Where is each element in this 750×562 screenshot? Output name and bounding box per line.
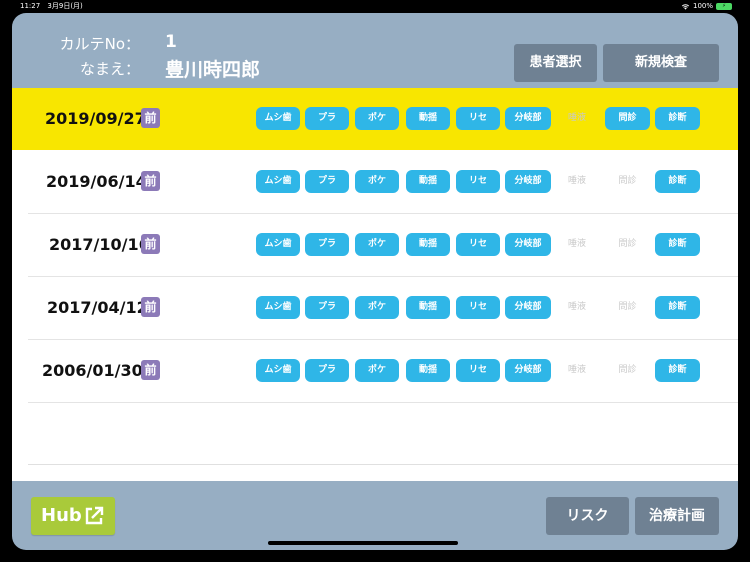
- record-date: 2017/04/12: [47, 298, 148, 317]
- chip-診断[interactable]: 診断: [655, 359, 700, 382]
- chip-分岐部[interactable]: 分岐部: [505, 296, 551, 319]
- chip-ムシ歯[interactable]: ムシ歯: [256, 359, 300, 382]
- record-list: 2019/09/27 前ムシ歯 プラ ポケ 動揺 リセ 分岐部 唾液 問診 診断 2019/06/1…: [12, 88, 738, 481]
- chip-ポケ[interactable]: ポケ: [355, 359, 399, 382]
- treatment-plan-button[interactable]: 治療計画: [635, 497, 719, 535]
- patient-select-button[interactable]: 患者選択: [514, 44, 597, 82]
- chip-分岐部[interactable]: 分岐部: [505, 233, 551, 256]
- chip-ムシ歯[interactable]: ムシ歯: [256, 170, 300, 193]
- chip-ムシ歯[interactable]: ムシ歯: [256, 107, 300, 130]
- battery-percent: 100%: [692, 2, 713, 10]
- karte-no-value: 1: [165, 32, 177, 52]
- chip-動揺[interactable]: 動揺: [406, 170, 450, 193]
- previous-badge: 前: [141, 108, 160, 128]
- chip-唾液: 唾液: [567, 365, 586, 375]
- home-indicator: [268, 541, 458, 545]
- chip-診断[interactable]: 診断: [655, 107, 700, 130]
- risk-button[interactable]: リスク: [546, 497, 629, 535]
- record-row[interactable]: 2019/06/14 前 ムシ歯 プラ ポケ 動揺 リセ 分岐部 唾液 問診 診断: [28, 151, 738, 214]
- chip-リセ[interactable]: リセ: [456, 170, 500, 193]
- chip-唾液: 唾液: [567, 302, 586, 312]
- new-exam-button[interactable]: 新規検査: [603, 44, 719, 82]
- chip-ポケ[interactable]: ポケ: [355, 296, 399, 319]
- chip-ムシ歯[interactable]: ムシ歯: [256, 233, 300, 256]
- chip-リセ[interactable]: リセ: [456, 233, 500, 256]
- chip-リセ[interactable]: リセ: [456, 359, 500, 382]
- chip-プラ[interactable]: プラ: [305, 170, 349, 193]
- previous-badge: 前: [141, 360, 160, 380]
- chip-分岐部[interactable]: 分岐部: [505, 107, 551, 130]
- chip-プラ[interactable]: プラ: [305, 107, 349, 130]
- chip-動揺[interactable]: 動揺: [406, 296, 450, 319]
- app-window: カルテNo： 1 なまえ： 豊川時四郎 患者選択 新規検査 2019/09/27…: [12, 13, 738, 550]
- status-date: 3月9日(月): [47, 2, 83, 10]
- record-date: 2019/09/27: [45, 109, 146, 128]
- chip-動揺[interactable]: 動揺: [406, 233, 450, 256]
- record-date: 2017/10/16: [49, 235, 150, 254]
- chip-リセ[interactable]: リセ: [456, 296, 500, 319]
- chip-動揺[interactable]: 動揺: [406, 107, 450, 130]
- chip-ポケ[interactable]: ポケ: [355, 233, 399, 256]
- chip-診断[interactable]: 診断: [655, 170, 700, 193]
- battery-icon: ⚡: [716, 3, 732, 10]
- chip-ポケ[interactable]: ポケ: [355, 170, 399, 193]
- status-time: 11:27: [20, 2, 41, 10]
- chip-分岐部[interactable]: 分岐部: [505, 170, 551, 193]
- patient-name: 豊川時四郎: [165, 59, 261, 81]
- external-link-icon: [85, 506, 104, 525]
- hub-button[interactable]: Hub: [31, 497, 115, 535]
- chip-問診: 問診: [618, 365, 637, 375]
- wifi-icon: [681, 4, 690, 10]
- status-bar: 11:27 3月9日(月) 100% ⚡: [0, 0, 750, 13]
- karte-no-label: カルテNo：: [59, 35, 140, 53]
- record-row[interactable]: 2017/10/16 前 ムシ歯 プラ ポケ 動揺 リセ 分岐部 唾液 問診 診断: [28, 214, 738, 277]
- record-row[interactable]: 2017/04/12 前 ムシ歯 プラ ポケ 動揺 リセ 分岐部 唾液 問診 診断: [28, 277, 738, 340]
- chip-分岐部[interactable]: 分岐部: [505, 359, 551, 382]
- record-date: 2019/06/14: [46, 172, 147, 191]
- chip-ムシ歯[interactable]: ムシ歯: [256, 296, 300, 319]
- chip-プラ[interactable]: プラ: [305, 359, 349, 382]
- chip-ポケ[interactable]: ポケ: [355, 107, 399, 130]
- previous-badge: 前: [141, 297, 160, 317]
- previous-badge: 前: [141, 234, 160, 254]
- chip-診断[interactable]: 診断: [655, 233, 700, 256]
- record-row[interactable]: 2019/09/27 前 ムシ歯 プラ ポケ 動揺 リセ 分岐部 唾液 問診 診断: [12, 88, 738, 150]
- chip-問診[interactable]: 問診: [605, 107, 650, 130]
- chip-診断[interactable]: 診断: [655, 296, 700, 319]
- record-row[interactable]: 2006/01/30 前 ムシ歯 プラ ポケ 動揺 リセ 分岐部 唾液 問診 診断: [28, 340, 738, 403]
- chip-唾液: 唾液: [567, 239, 586, 249]
- chip-唾液: 唾液: [567, 113, 586, 123]
- chip-動揺[interactable]: 動揺: [406, 359, 450, 382]
- record-date: 2006/01/30: [42, 361, 143, 380]
- previous-badge: 前: [141, 171, 160, 191]
- hub-label: Hub: [41, 505, 82, 526]
- chip-リセ[interactable]: リセ: [456, 107, 500, 130]
- name-label: なまえ：: [79, 60, 140, 78]
- chip-唾液: 唾液: [567, 176, 586, 186]
- empty-row-divider: [28, 464, 738, 465]
- chip-問診: 問診: [618, 176, 637, 186]
- chip-プラ[interactable]: プラ: [305, 296, 349, 319]
- chip-問診: 問診: [618, 239, 637, 249]
- chip-プラ[interactable]: プラ: [305, 233, 349, 256]
- chip-問診: 問診: [618, 302, 637, 312]
